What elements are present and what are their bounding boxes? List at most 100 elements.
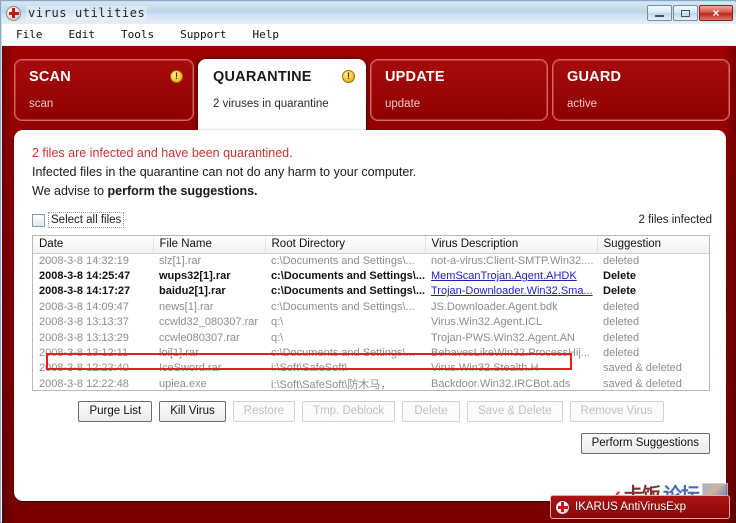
delete-button: Delete: [402, 400, 460, 422]
perform-suggestions-button[interactable]: Perform Suggestions: [580, 432, 710, 454]
table-row[interactable]: 2008-3-8 12:23:40 IceSword.rar i:\Soft\Saf…: [33, 361, 709, 376]
window-controls: ×: [647, 5, 736, 21]
cell-suggestion: deleted: [603, 316, 640, 329]
status-message-line-2: Infected files in the quarantine can not…: [32, 165, 417, 179]
table-header: Date File Name Root Directory Virus Desc…: [33, 236, 709, 254]
cell-suggestion: deleted: [603, 300, 640, 313]
red-body-frame: SCAN scan ! QUARANTINE 2 viruses in quar…: [2, 46, 736, 523]
cell-root-directory: q:\: [271, 316, 284, 329]
cell-virus-description: BehavesLikeWin32.ProcessHij...: [431, 347, 590, 360]
cell-file-name: wups32[1].rar: [159, 270, 231, 283]
minimize-button[interactable]: [647, 5, 672, 21]
selection-bar: Select all files 2 files infected: [32, 212, 712, 228]
table-row[interactable]: 2008-3-8 13:13:29 ccwle080307.rar q:\ Troja…: [33, 330, 709, 345]
kill-virus-button[interactable]: Kill Virus: [159, 400, 226, 422]
action-button-row: Purge List Kill Virus Restore Tmp. Deblo…: [32, 400, 710, 422]
window-title: virus utilities: [26, 6, 148, 20]
menu-item-tools[interactable]: Tools: [119, 27, 156, 42]
status-message: 2 files are infected and have been quara…: [32, 144, 416, 201]
menu-item-help[interactable]: Help: [250, 27, 281, 42]
menu-bar: File Edit Tools Support Help: [2, 24, 736, 46]
menu-item-file[interactable]: File: [14, 27, 45, 42]
select-all-checkbox[interactable]: [32, 213, 45, 227]
column-header-date[interactable]: Date: [33, 236, 154, 254]
quarantine-table: Date File Name Root Directory Virus Desc…: [33, 236, 709, 392]
table-row[interactable]: 2008-3-8 14:25:47 wups32[1].rar c:\Documen…: [33, 268, 709, 283]
table-row[interactable]: 2008-3-8 14:32:19 slz[1].rar c:\Documents …: [33, 253, 709, 268]
tab-update-subtitle: update: [385, 98, 421, 110]
menu-item-edit[interactable]: Edit: [67, 27, 98, 42]
cell-date: 2008-3-8 14:09:47: [39, 300, 129, 313]
cell-root-directory: q:\: [271, 331, 284, 344]
table-body: 2008-3-8 14:32:19 slz[1].rar c:\Documents …: [33, 253, 709, 392]
cell-virus-description: Trojan-Downloader.Win32.Sma...: [431, 285, 593, 298]
ikarus-cross-icon: [555, 499, 570, 515]
cell-suggestion: deleted: [603, 347, 640, 360]
quarantine-panel: 2 files are infected and have been quara…: [14, 130, 726, 501]
cell-file-name: baidu2[1].rar: [159, 285, 226, 298]
status-message-line-3: We advise to perform the suggestions.: [32, 182, 416, 201]
table-row[interactable]: 2008-3-8 14:17:27 baidu2[1].rar c:\Documen…: [33, 284, 709, 299]
tab-guard-title: GUARD: [567, 69, 622, 85]
cell-virus-description: MemScanTrojan.Agent.AHDK: [431, 270, 577, 283]
cell-virus-description: Backdoor.Win32.IRCBot.ads: [431, 378, 571, 391]
cell-file-name: slz[1].rar: [159, 254, 202, 267]
app-cross-icon: [6, 5, 21, 21]
column-header-root-directory[interactable]: Root Directory: [265, 236, 426, 254]
cell-root-directory: i:\Soft\SafeSoft\: [271, 362, 348, 375]
tab-scan-title: SCAN: [29, 69, 71, 85]
title-bar: virus utilities ×: [2, 2, 736, 24]
purge-list-button[interactable]: Purge List: [78, 400, 153, 422]
application-window: virus utilities × File Edit Tools Suppor…: [0, 0, 736, 523]
tab-scan[interactable]: SCAN scan !: [14, 59, 194, 121]
cell-root-directory: c:\Documents and Settings\...: [271, 285, 425, 298]
tmp-deblock-button: Tmp. Deblock: [302, 400, 395, 422]
cell-root-directory: i:\Soft\SafeSoft\防木马，: [271, 379, 392, 392]
cell-file-name: ccwld32_080307.rar: [159, 316, 259, 329]
table-row[interactable]: 2008-3-8 13:13:37 ccwld32_080307.rar q:\ Vi…: [33, 315, 709, 330]
column-header-suggestion[interactable]: Suggestion: [597, 236, 709, 254]
cell-date: 2008-3-8 13:12:11: [39, 347, 129, 360]
save-and-delete-button: Save & Delete: [467, 400, 563, 422]
table-header-row: Date File Name Root Directory Virus Desc…: [33, 236, 709, 254]
cell-file-name: IceSword.rar: [159, 362, 222, 375]
tab-quarantine[interactable]: QUARANTINE 2 viruses in quarantine !: [198, 59, 366, 131]
cell-file-name: loi[1].rar: [159, 347, 199, 360]
cell-virus-description: JS.Downloader.Agent.bdk: [431, 300, 558, 313]
perform-suggestions-row: Perform Suggestions: [580, 432, 710, 454]
cell-date: 2008-3-8 12:23:40: [39, 362, 129, 375]
tab-guard[interactable]: GUARD active: [552, 59, 730, 121]
select-all-label[interactable]: Select all files: [47, 212, 125, 228]
close-button[interactable]: ×: [699, 5, 733, 21]
warning-icon: !: [170, 70, 183, 83]
table-row[interactable]: 2008-3-8 13:12:11 loi[1].rar c:\Documents …: [33, 345, 709, 360]
remove-virus-button: Remove Virus: [569, 400, 664, 422]
warning-icon: !: [342, 70, 355, 83]
column-header-file-name[interactable]: File Name: [153, 236, 266, 254]
cell-root-directory: c:\Documents and Settings\...: [271, 254, 415, 267]
cell-suggestion: Delete: [603, 285, 637, 298]
cell-virus-description: Virus.Win32.Stealth.H: [431, 362, 539, 375]
quarantine-table-container[interactable]: Date File Name Root Directory Virus Desc…: [32, 235, 710, 391]
module-tabs: SCAN scan ! QUARANTINE 2 viruses in quar…: [14, 59, 730, 131]
tab-quarantine-title: QUARANTINE: [213, 69, 312, 85]
column-header-virus-description[interactable]: Virus Description: [425, 236, 598, 254]
cell-root-directory: c:\Documents and Settings\...: [271, 347, 415, 360]
status-message-line-1: 2 files are infected and have been quara…: [32, 146, 293, 160]
cell-file-name: ccwle080307.rar: [159, 331, 240, 344]
menu-item-support[interactable]: Support: [178, 27, 228, 42]
cell-file-name: news[1].rar: [159, 300, 214, 313]
tab-scan-subtitle: scan: [29, 98, 54, 110]
table-row[interactable]: 2008-3-8 12:22:48 upiea.exe i:\Soft\SafeSo…: [33, 376, 709, 392]
brand-bar: IKARUS AntiVirusExp: [550, 495, 730, 519]
cell-virus-description: Virus.Win32.Agent.ICL: [431, 316, 543, 329]
cell-date: 2008-3-8 13:13:29: [39, 331, 129, 344]
table-row[interactable]: 2008-3-8 14:09:47 news[1].rar c:\Documents…: [33, 299, 709, 314]
cell-virus-description: not-a-virus:Client-SMTP.Win32....: [431, 254, 594, 267]
tab-update[interactable]: UPDATE update: [370, 59, 548, 121]
tab-quarantine-subtitle: 2 viruses in quarantine: [213, 98, 329, 110]
cell-root-directory: c:\Documents and Settings\...: [271, 300, 415, 313]
cell-suggestion: saved & deleted: [603, 378, 682, 391]
advise-emphasis: perform the suggestions.: [107, 184, 258, 198]
maximize-button[interactable]: [673, 5, 698, 21]
